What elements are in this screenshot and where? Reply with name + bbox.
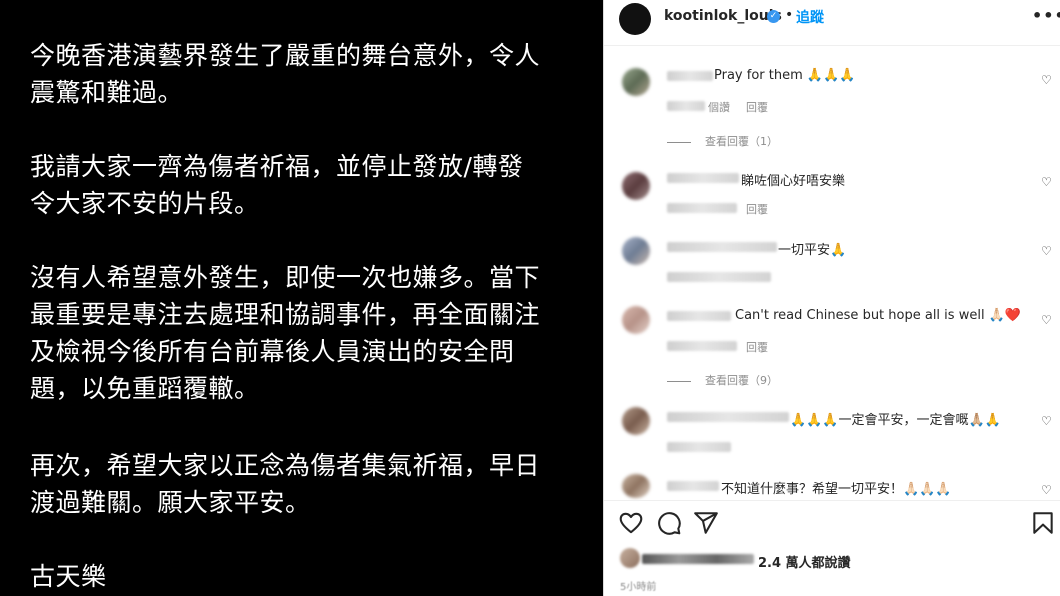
comment-like-icon[interactable]: ♡ [1041, 314, 1053, 326]
reply-button[interactable]: 回覆 [746, 201, 768, 217]
blurred-meta [667, 203, 737, 213]
separator-dot: • [785, 7, 794, 23]
share-paper-plane-icon[interactable] [693, 510, 719, 536]
comment-text: 不知道什麼事？希望一切平安！🙏🏻🙏🏻🙏🏻 [721, 482, 952, 497]
post-signature: 古天樂 [30, 562, 107, 591]
blurred-username [667, 242, 777, 252]
actions-divider [604, 500, 1060, 501]
reply-button[interactable]: 回覆 [746, 339, 768, 355]
comments-panel: kootinlok_louis ✓ • 追蹤 ••• Pray for them… [603, 0, 1060, 596]
blurred-liker-names [642, 554, 754, 564]
blurred-meta [667, 341, 737, 351]
blurred-username [667, 481, 719, 491]
comment-like-icon[interactable]: ♡ [1041, 484, 1053, 496]
view-replies-button[interactable]: 查看回覆（1） [667, 133, 778, 149]
likes-count[interactable]: 2.4 萬人都說讚 [758, 552, 851, 571]
blurred-username [667, 311, 731, 321]
blurred-meta [667, 442, 731, 452]
comment-text: 🙏🙏🙏一定會平安，一定會嘅🙏🏼🙏 [790, 413, 1001, 428]
comment-avatar[interactable] [622, 172, 650, 200]
view-replies-button[interactable]: 查看回覆（9） [667, 372, 778, 388]
comment-avatar[interactable] [622, 407, 650, 435]
username-link[interactable]: kootinlok_louis [664, 8, 782, 24]
verified-badge-icon: ✓ [767, 10, 780, 23]
comment-avatar[interactable] [622, 474, 650, 498]
post-timestamp[interactable]: 5小時前 [620, 578, 656, 593]
comment-text: Can't read Chinese but hope all is well … [735, 308, 1022, 323]
comment-like-icon[interactable]: ♡ [1041, 415, 1053, 427]
liker-avatar[interactable] [620, 548, 640, 568]
comment-text: 睇咗個心好唔安樂 [741, 174, 846, 189]
comment-like-icon[interactable]: ♡ [1041, 176, 1053, 188]
follow-button[interactable]: 追蹤 [796, 7, 824, 27]
divider-line [667, 380, 691, 382]
post-paragraph-1: 今晚香港演藝界發生了嚴重的舞台意外，令人 震驚和難過。 [30, 41, 541, 107]
comment-like-icon[interactable]: ♡ [1041, 74, 1053, 86]
comment-avatar[interactable] [622, 68, 650, 96]
divider-line [667, 141, 691, 143]
blurred-username [667, 173, 739, 183]
comment-likes: 個讚 [708, 101, 730, 114]
reply-button[interactable]: 回覆 [746, 99, 768, 115]
blurred-meta [667, 101, 705, 111]
comment-avatar[interactable] [622, 306, 650, 334]
post-header: kootinlok_louis ✓ • 追蹤 ••• [604, 0, 1060, 46]
post-image: 今晚香港演藝界發生了嚴重的舞台意外，令人 震驚和難過。 我請大家一齊為傷者祈福，… [0, 0, 603, 596]
post-paragraph-2: 我請大家一齊為傷者祈福，並停止發放/轉發 令大家不安的片段。 [30, 152, 524, 218]
post-paragraph-3: 沒有人希望意外發生，即使一次也嫌多。當下 最重要是專注去處理和協調事件，再全面關… [30, 263, 541, 403]
save-bookmark-icon[interactable] [1030, 510, 1056, 536]
comment-avatar[interactable] [622, 237, 650, 265]
comment-text: Pray for them 🙏🙏🙏 [714, 68, 856, 83]
view-replies-label: 查看回覆（9） [705, 374, 778, 387]
blurred-username [667, 71, 713, 81]
more-options-icon[interactable]: ••• [1032, 6, 1060, 25]
blurred-username [667, 412, 789, 422]
comment-text: 一切平安🙏 [778, 243, 847, 258]
post-paragraph-4: 再次，希望大家以正念為傷者集氣祈福，早日 渡過難關。願大家平安。 [30, 451, 541, 517]
view-replies-label: 查看回覆（1） [705, 135, 778, 148]
blurred-meta [667, 272, 771, 282]
comment-bubble-icon[interactable] [656, 510, 682, 536]
like-heart-icon[interactable] [618, 510, 644, 536]
comment-like-icon[interactable]: ♡ [1041, 245, 1053, 257]
avatar[interactable] [619, 3, 651, 35]
